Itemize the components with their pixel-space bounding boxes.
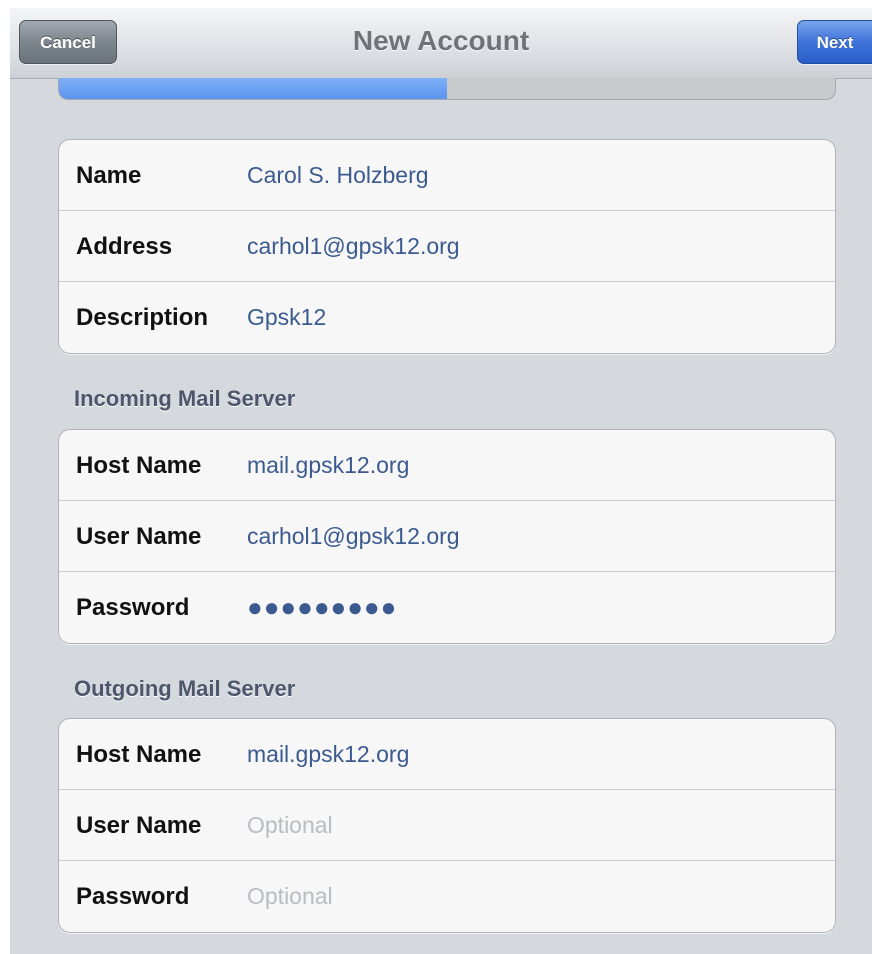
name-field[interactable]: Carol S. Holzberg bbox=[247, 140, 429, 211]
outgoing-password-field[interactable]: Optional bbox=[247, 861, 333, 932]
incoming-password-label: Password bbox=[76, 594, 190, 621]
outgoing-server-group: Host Name mail.gpsk12.org User Name Opti… bbox=[58, 718, 836, 933]
incoming-username-field[interactable]: carhol1@gpsk12.org bbox=[247, 501, 460, 572]
nav-bar: Cancel New Account Next bbox=[10, 8, 872, 79]
address-label: Address bbox=[76, 233, 173, 260]
outgoing-username-row[interactable]: User Name Optional bbox=[59, 790, 835, 861]
name-row[interactable]: Name Carol S. Holzberg bbox=[59, 140, 835, 211]
outgoing-host-label: Host Name bbox=[76, 741, 202, 768]
outgoing-server-header: Outgoing Mail Server bbox=[74, 676, 296, 701]
account-group: Name Carol S. Holzberg Address carhol1@g… bbox=[58, 139, 836, 354]
incoming-password-field[interactable]: ●●●●●●●●● bbox=[247, 572, 397, 643]
outgoing-username-field[interactable]: Optional bbox=[247, 790, 333, 861]
incoming-username-row[interactable]: User Name carhol1@gpsk12.org bbox=[59, 501, 835, 572]
address-row[interactable]: Address carhol1@gpsk12.org bbox=[59, 211, 835, 282]
incoming-server-group: Host Name mail.gpsk12.org User Name carh… bbox=[58, 429, 836, 644]
incoming-host-row[interactable]: Host Name mail.gpsk12.org bbox=[59, 430, 835, 501]
incoming-password-row[interactable]: Password ●●●●●●●●● bbox=[59, 572, 835, 643]
name-label: Name bbox=[76, 162, 142, 189]
outgoing-host-row[interactable]: Host Name mail.gpsk12.org bbox=[59, 719, 835, 790]
incoming-username-label: User Name bbox=[76, 523, 202, 550]
description-row[interactable]: Description Gpsk12 bbox=[59, 282, 835, 353]
incoming-host-field[interactable]: mail.gpsk12.org bbox=[247, 430, 409, 501]
outgoing-username-label: User Name bbox=[76, 812, 202, 839]
outgoing-host-field[interactable]: mail.gpsk12.org bbox=[247, 719, 409, 790]
progress-fill bbox=[59, 78, 447, 99]
incoming-server-header: Incoming Mail Server bbox=[74, 386, 296, 411]
incoming-host-label: Host Name bbox=[76, 452, 202, 479]
next-button[interactable]: Next bbox=[797, 20, 872, 64]
address-field[interactable]: carhol1@gpsk12.org bbox=[247, 211, 460, 282]
outgoing-password-row[interactable]: Password Optional bbox=[59, 861, 835, 932]
description-label: Description bbox=[76, 304, 209, 331]
screen: Cancel New Account Next Name Carol S. Ho… bbox=[10, 8, 872, 954]
progress-bar bbox=[58, 78, 836, 100]
page-title: New Account bbox=[352, 25, 530, 56]
description-field[interactable]: Gpsk12 bbox=[247, 282, 326, 353]
outgoing-password-label: Password bbox=[76, 883, 190, 910]
